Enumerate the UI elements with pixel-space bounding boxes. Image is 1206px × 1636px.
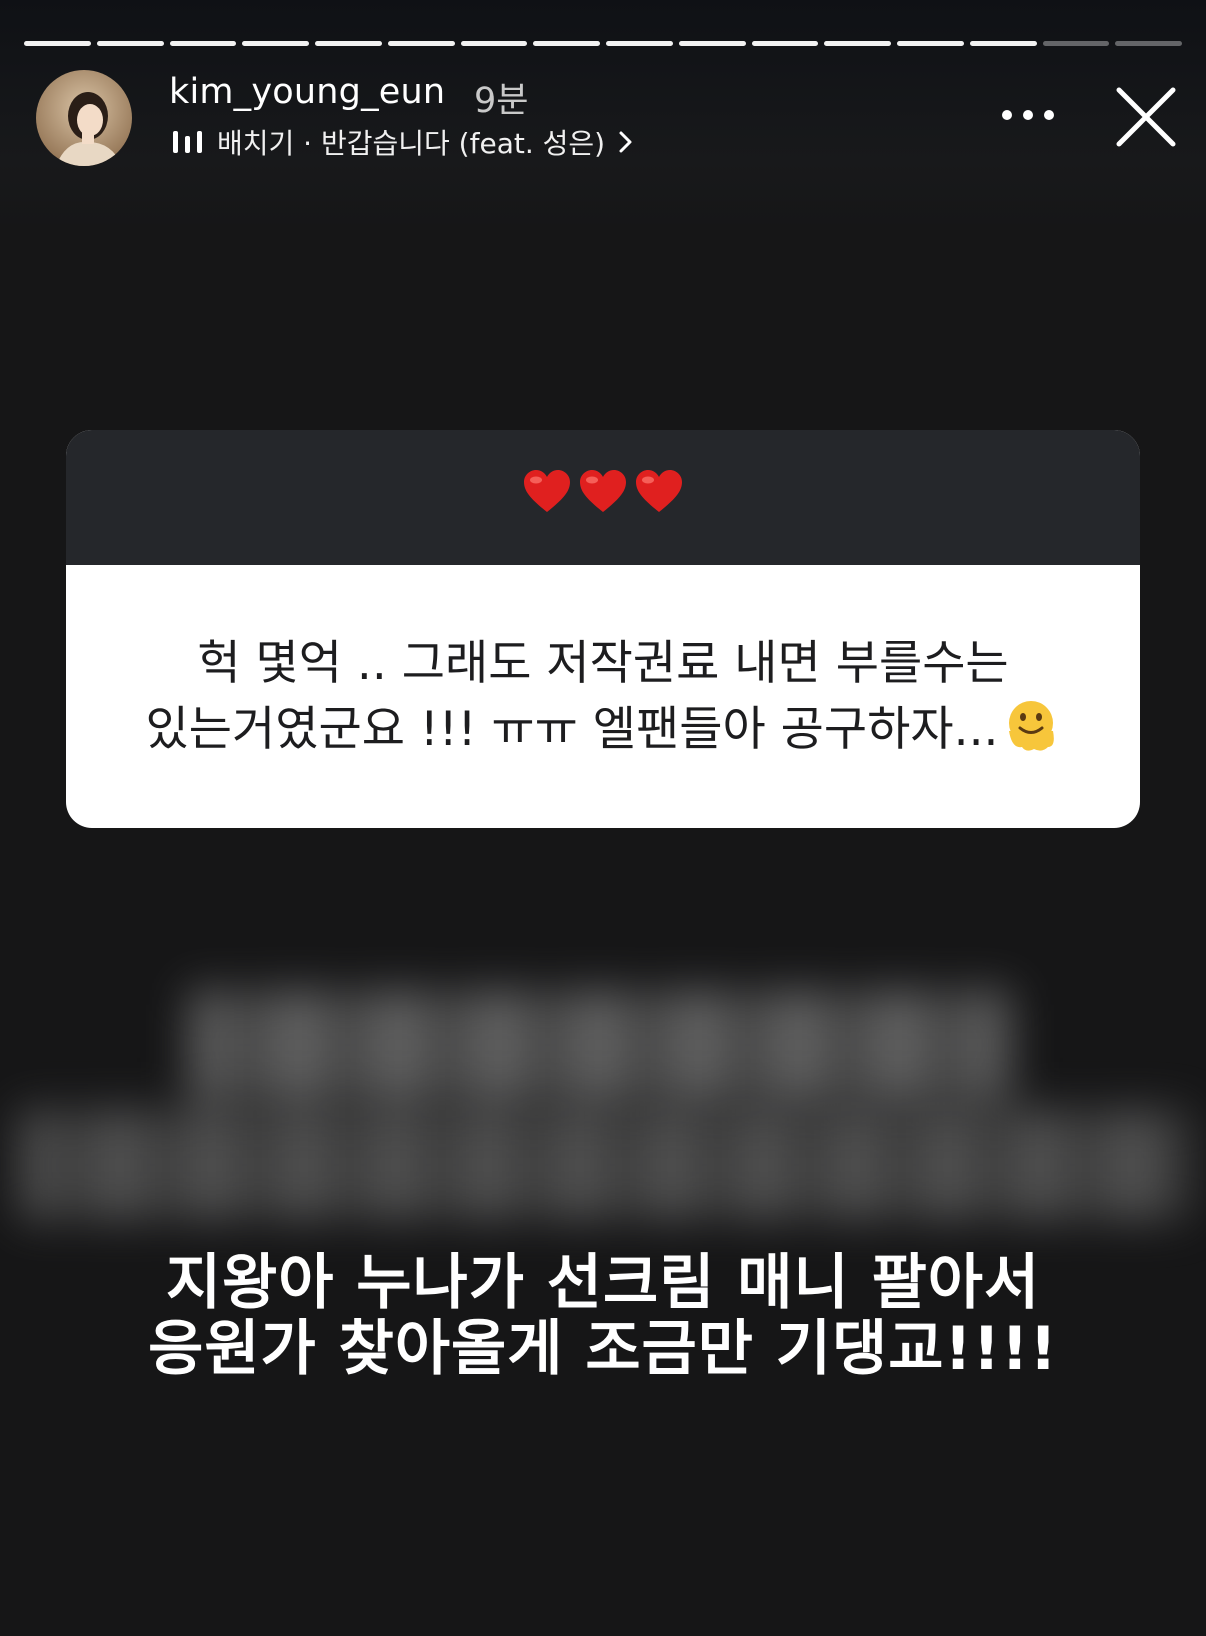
answer-line-1: 헉 몇억 .. 그래도 저작권료 내면 부를수는	[197, 635, 1009, 691]
progress-segment	[606, 41, 673, 46]
story-viewer[interactable]: kim_young_eun 9분 배치기 · 반갑습니다 (feat. 성은)	[0, 0, 1206, 1636]
progress-segment	[460, 41, 528, 46]
close-icon[interactable]	[1113, 84, 1179, 150]
music-bars-icon	[173, 131, 202, 153]
music-title: 배치기 · 반갑습니다 (feat. 성은)	[217, 127, 606, 160]
answer-line-2: 있는거였군요 !!! ㅠㅠ 엘팬들아 공구하자...	[145, 701, 999, 757]
question-header	[66, 430, 1140, 565]
caption-line-2: 응원가 찾아올게 조금만 기댕교!!!!	[148, 1314, 1058, 1384]
avatar[interactable]	[36, 70, 132, 166]
question-sticker[interactable]: 헉 몇억 .. 그래도 저작권료 내면 부를수는 있는거였군요 !!! ㅠㅠ 엘…	[66, 430, 1140, 828]
progress-segment	[315, 41, 382, 46]
progress-segment	[678, 41, 746, 46]
progress-segment	[751, 41, 819, 46]
progress-segment	[96, 41, 164, 46]
more-horizontal-icon[interactable]	[998, 100, 1058, 130]
heart-icon	[524, 470, 570, 512]
progress-segment	[1042, 41, 1110, 46]
post-time: 9분	[474, 81, 529, 121]
progress-segment	[242, 41, 309, 46]
heart-icon	[580, 470, 626, 512]
melting-face-icon	[1009, 700, 1055, 751]
progress-segment	[24, 41, 91, 46]
progress-segment	[824, 41, 891, 46]
progress-segment	[897, 41, 964, 46]
blurred-text-region	[0, 970, 1206, 1230]
progress-segment	[387, 41, 455, 46]
username[interactable]: kim_young_eun	[169, 72, 445, 112]
chevron-right-icon	[619, 131, 632, 153]
progress-segment	[533, 41, 600, 46]
question-answer: 헉 몇억 .. 그래도 저작권료 내면 부를수는 있는거였군요 !!! ㅠㅠ 엘…	[66, 565, 1140, 828]
music-sticker-link[interactable]: 배치기 · 반갑습니다 (feat. 성은)	[171, 122, 637, 162]
story-progress-bar	[24, 41, 1182, 46]
question-hearts	[66, 468, 1140, 514]
progress-segment	[969, 41, 1037, 46]
story-header: kim_young_eun 9분 배치기 · 반갑습니다 (feat. 성은)	[36, 70, 1176, 170]
heart-icon	[636, 470, 682, 512]
caption-line-1: 지왕아 누나가 선크림 매니 팔아서	[165, 1248, 1041, 1318]
progress-segment	[1115, 41, 1182, 46]
story-caption: 지왕아 누나가 선크림 매니 팔아서 응원가 찾아올게 조금만 기댕교!!!!	[0, 1250, 1206, 1382]
answer-text: 헉 몇억 .. 그래도 저작권료 내면 부를수는 있는거였군요 !!! ㅠㅠ 엘…	[123, 631, 1083, 763]
progress-segment	[169, 41, 237, 46]
